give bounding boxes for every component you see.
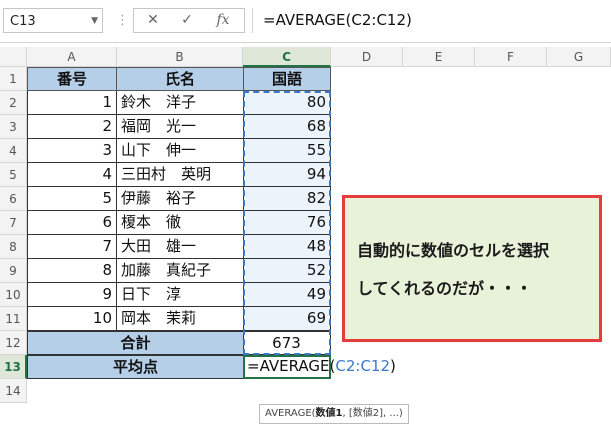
cell-name[interactable]: 三田村 英明 bbox=[116, 163, 244, 187]
row-header-1[interactable]: 1 bbox=[0, 67, 27, 91]
tooltip-function: AVERAGE( bbox=[265, 408, 316, 419]
cell-number[interactable]: 3 bbox=[27, 139, 117, 163]
name-box[interactable]: C13 ▼ bbox=[3, 8, 103, 33]
cell-score[interactable]: 49 bbox=[243, 283, 331, 307]
header-cell-number[interactable]: 番号 bbox=[27, 67, 117, 91]
cell-name[interactable]: 榎本 徹 bbox=[116, 211, 244, 235]
cell-score[interactable]: 55 bbox=[243, 139, 331, 163]
cell-name[interactable]: 岡本 茉莉 bbox=[116, 307, 244, 331]
cell-number[interactable]: 4 bbox=[27, 163, 117, 187]
cancel-icon[interactable]: ✕ bbox=[138, 9, 168, 32]
cell-name[interactable]: 山下 伸一 bbox=[116, 139, 244, 163]
callout-line-2: してくれるのだが・・・ bbox=[357, 279, 533, 298]
formula-prefix: =AVERAGE( bbox=[247, 357, 336, 375]
row-header-7[interactable]: 7 bbox=[0, 211, 27, 235]
cell-name[interactable]: 福岡 光一 bbox=[116, 115, 244, 139]
insert-function-icon[interactable]: fx bbox=[208, 9, 238, 32]
header-cell-name[interactable]: 氏名 bbox=[116, 67, 244, 91]
more-options-icon[interactable]: ⋮ bbox=[116, 8, 129, 33]
row-header-5[interactable]: 5 bbox=[0, 163, 27, 187]
cell-number[interactable]: 1 bbox=[27, 91, 117, 115]
formula-input[interactable]: =AVERAGE(C2:C12) bbox=[252, 8, 608, 33]
cell-score[interactable]: 48 bbox=[243, 235, 331, 259]
cell-number[interactable]: 6 bbox=[27, 211, 117, 235]
tooltip-rest: , [数値2], ...) bbox=[342, 408, 403, 419]
total-label-cell[interactable]: 合計 bbox=[27, 331, 244, 355]
average-formula-cell[interactable]: =AVERAGE(C2:C12) bbox=[243, 355, 415, 379]
row-header-3[interactable]: 3 bbox=[0, 115, 27, 139]
cell-name[interactable]: 伊藤 裕子 bbox=[116, 187, 244, 211]
formula-buttons: ✕ ✓ fx bbox=[133, 8, 245, 33]
cell-score[interactable]: 80 bbox=[243, 91, 331, 115]
column-header-f[interactable]: F bbox=[475, 47, 547, 67]
row-header-6[interactable]: 6 bbox=[0, 187, 27, 211]
column-header-b[interactable]: B bbox=[117, 47, 243, 67]
cell-score[interactable]: 94 bbox=[243, 163, 331, 187]
column-header-d[interactable]: D bbox=[331, 47, 403, 67]
row-header-9[interactable]: 9 bbox=[0, 259, 27, 283]
row-header-8[interactable]: 8 bbox=[0, 235, 27, 259]
row-header-14[interactable]: 14 bbox=[0, 379, 27, 403]
formula-range: C2:C12 bbox=[335, 357, 391, 375]
column-header-g[interactable]: G bbox=[547, 47, 611, 67]
select-all-corner[interactable] bbox=[0, 47, 27, 67]
row-header-10[interactable]: 10 bbox=[0, 283, 27, 307]
cell-score[interactable]: 68 bbox=[243, 115, 331, 139]
callout-note: 自動的に数値のセルを選択 してくれるのだが・・・ bbox=[342, 195, 602, 342]
cell-score[interactable]: 52 bbox=[243, 259, 331, 283]
cell-number[interactable]: 8 bbox=[27, 259, 117, 283]
formula-suffix: ) bbox=[390, 357, 396, 375]
cell-name[interactable]: 鈴木 洋子 bbox=[116, 91, 244, 115]
tooltip-current-arg: 数値1 bbox=[315, 408, 343, 419]
column-header-a[interactable]: A bbox=[27, 47, 117, 67]
cell-number[interactable]: 2 bbox=[27, 115, 117, 139]
column-header-c[interactable]: C bbox=[243, 47, 331, 67]
row-header-13[interactable]: 13 bbox=[0, 355, 27, 379]
column-header-e[interactable]: E bbox=[403, 47, 475, 67]
row-header-4[interactable]: 4 bbox=[0, 139, 27, 163]
row-header-11[interactable]: 11 bbox=[0, 307, 27, 331]
row-header-12[interactable]: 12 bbox=[0, 331, 27, 355]
cell-number[interactable]: 7 bbox=[27, 235, 117, 259]
total-value-cell[interactable]: 673 bbox=[243, 331, 331, 355]
name-box-value: C13 bbox=[10, 14, 36, 29]
cell-number[interactable]: 9 bbox=[27, 283, 117, 307]
callout-line-1: 自動的に数値のセルを選択 bbox=[357, 241, 550, 260]
cell-name[interactable]: 大田 雄一 bbox=[116, 235, 244, 259]
chevron-down-icon[interactable]: ▼ bbox=[91, 9, 98, 34]
cell-number[interactable]: 10 bbox=[27, 307, 117, 331]
enter-icon[interactable]: ✓ bbox=[172, 9, 202, 32]
cell-name[interactable]: 日下 淳 bbox=[116, 283, 244, 307]
row-header-2[interactable]: 2 bbox=[0, 91, 27, 115]
cell-score[interactable]: 82 bbox=[243, 187, 331, 211]
average-label-cell[interactable]: 平均点 bbox=[27, 355, 244, 379]
cell-number[interactable]: 5 bbox=[27, 187, 117, 211]
header-cell-japanese[interactable]: 国語 bbox=[243, 67, 331, 91]
function-tooltip[interactable]: AVERAGE(数値1, [数値2], ...) bbox=[259, 404, 409, 424]
formula-bar: C13 ▼ ⋮ ✕ ✓ fx =AVERAGE(C2:C12) bbox=[0, 0, 611, 43]
cell-score[interactable]: 76 bbox=[243, 211, 331, 235]
cell-score[interactable]: 69 bbox=[243, 307, 331, 331]
cell-name[interactable]: 加藤 真紀子 bbox=[116, 259, 244, 283]
